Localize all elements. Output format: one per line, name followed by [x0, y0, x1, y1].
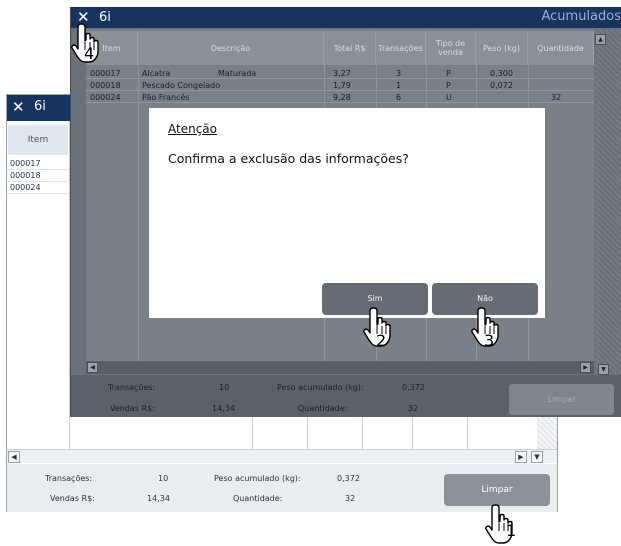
table-row[interactable]: 000018 Pescado Congelado 1,79 1 P 0,072: [86, 80, 594, 91]
item-list: 000017 000018 000024: [7, 158, 69, 194]
cell-transacoes: 3: [396, 69, 402, 78]
table-row[interactable]: 000017 Alcatra Maturada 3,27 3 P 0,300: [86, 68, 594, 79]
table-row[interactable]: 000024 Pão Francês 9,28 6 U 32: [86, 92, 594, 103]
cell-total: 1,79: [333, 81, 351, 90]
cell-tipo: U: [446, 93, 452, 102]
horizontal-scrollbar[interactable]: ◀ ▶ ▼: [7, 449, 557, 463]
transacoes-value: 10: [219, 383, 230, 392]
quantidade-label: Quantidade:: [233, 494, 283, 503]
column-header-transacoes[interactable]: Transações: [376, 31, 426, 65]
scroll-left-icon[interactable]: ◀: [8, 451, 20, 463]
scroll-down-icon[interactable]: ▼: [598, 364, 609, 375]
pointer-hand-icon: 3: [470, 306, 510, 350]
peso-value: 0,372: [337, 474, 360, 483]
cell-descricao: Pão Francês: [142, 93, 190, 102]
cell-transacoes: 1: [396, 81, 402, 90]
quantidade-label: Quantidade:: [298, 404, 348, 413]
cell-peso: 0,072: [490, 81, 513, 90]
scroll-right-icon[interactable]: ▶: [515, 451, 527, 463]
limpar-button[interactable]: Limpar: [444, 474, 550, 506]
column-header-quantidade[interactable]: Quantidade: [528, 31, 594, 65]
cell-tipo: P: [446, 69, 451, 78]
horizontal-scrollbar[interactable]: ◀ ▶: [86, 361, 594, 374]
step-number: 2: [376, 331, 387, 350]
column-header-total[interactable]: Total R$: [324, 31, 376, 65]
cell-descricao: Pescado Congelado: [142, 81, 221, 90]
window-title: 6i: [34, 99, 46, 114]
limpar-button[interactable]: Limpar: [509, 384, 614, 415]
cell-transacoes: 6: [396, 93, 402, 102]
foreground-titlebar: ✕ 6i Acumulados: [71, 7, 621, 28]
cell-tipo: P: [446, 81, 451, 90]
quantidade-value: 32: [408, 404, 419, 413]
cell-quantidade: 32: [551, 93, 562, 102]
scrollbar-track[interactable]: [595, 29, 621, 374]
scroll-right-icon[interactable]: ▶: [580, 362, 591, 373]
transacoes-label: Transações:: [45, 474, 93, 483]
transacoes-value: 10: [158, 474, 169, 483]
vendas-label: Vendas R$:: [50, 494, 95, 503]
dialog-title: Atenção: [168, 122, 217, 136]
peso-label: Peso acumulado (kg):: [214, 474, 301, 483]
column-header-item[interactable]: Item: [8, 125, 68, 155]
cell-total: 3,27: [333, 69, 351, 78]
quantidade-value: 32: [345, 494, 356, 503]
dialog-message: Confirma a exclusão das informações?: [168, 151, 409, 166]
vendas-value: 14,34: [147, 494, 170, 503]
step-number: 4: [84, 44, 95, 63]
scroll-up-icon[interactable]: ▲: [595, 34, 606, 45]
peso-value: 0,372: [402, 383, 425, 392]
scroll-down-icon[interactable]: ▼: [531, 451, 543, 463]
cell-total: 9,28: [333, 93, 351, 102]
cell-item: 000017: [90, 69, 121, 78]
screen: ✕ 6i Item 000017 000018 000024 ◀ ▶ ▼ Tra…: [0, 0, 621, 546]
pointer-hand-icon: 2: [362, 306, 402, 350]
column-divider: [138, 65, 139, 361]
list-item[interactable]: 000018: [7, 170, 69, 182]
peso-label: Peso acumulado (kg):: [277, 383, 364, 392]
cell-item: 000018: [90, 81, 121, 90]
vendas-value: 14,34: [212, 404, 235, 413]
cell-item: 000024: [90, 93, 121, 102]
cell-descricao: Alcatra: [142, 69, 171, 78]
pointer-hand-icon: 4: [70, 22, 110, 66]
column-header-descricao[interactable]: Descrição: [138, 31, 324, 65]
cell-peso: 0,300: [490, 69, 513, 78]
pointer-hand-icon: 1: [484, 503, 524, 546]
transacoes-label: Transações:: [108, 383, 156, 392]
column-header-tipo-venda[interactable]: Tipo de venda: [426, 31, 476, 65]
step-number: 3: [484, 331, 495, 350]
step-number: 1: [506, 521, 517, 540]
vendas-label: Vendas R$:: [110, 404, 155, 413]
close-icon[interactable]: ✕: [12, 98, 25, 116]
list-item[interactable]: 000017: [7, 158, 69, 170]
cell-descricao-detail: Maturada: [218, 69, 257, 78]
list-item[interactable]: 000024: [7, 182, 69, 194]
app-title: Acumulados: [541, 9, 621, 24]
scroll-left-icon[interactable]: ◀: [87, 362, 98, 373]
column-header-peso[interactable]: Peso (kg): [476, 31, 528, 65]
